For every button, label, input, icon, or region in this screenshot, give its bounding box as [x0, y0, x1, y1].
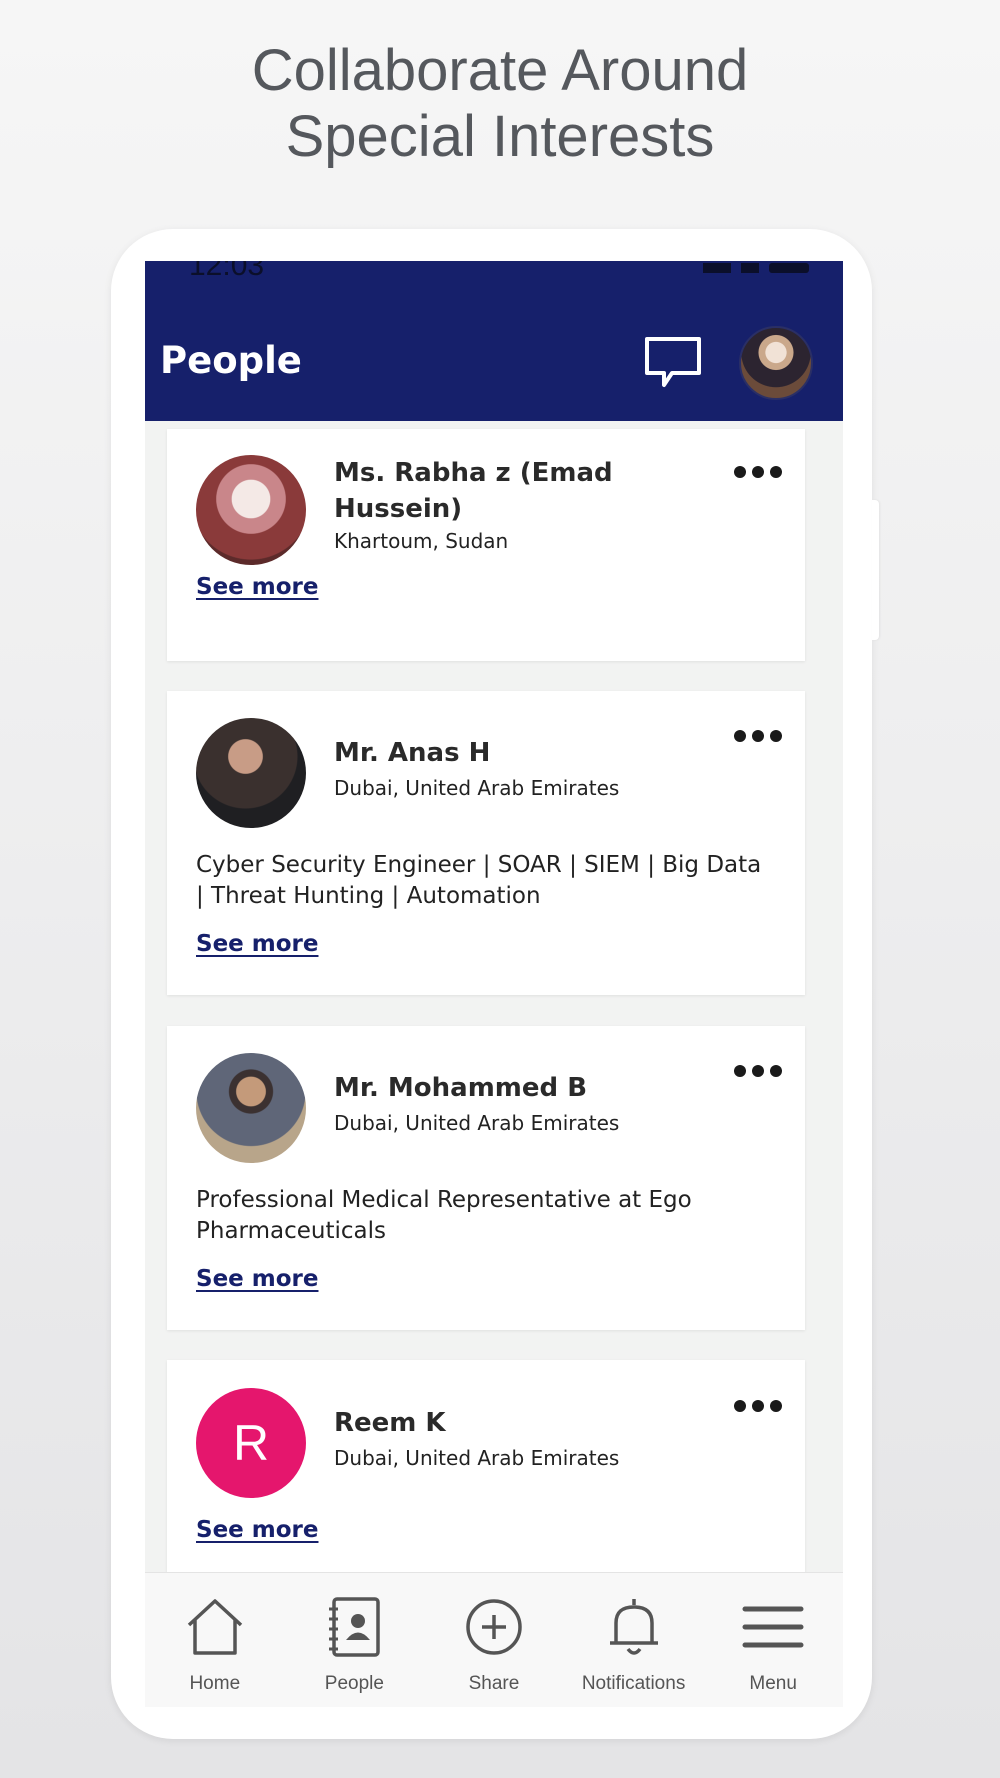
page-title: People: [160, 339, 302, 382]
more-options-button[interactable]: [734, 1398, 782, 1414]
person-name[interactable]: Mr. Anas H: [334, 735, 714, 771]
avatar[interactable]: [196, 455, 306, 565]
avatar[interactable]: [196, 1053, 306, 1163]
more-options-button[interactable]: [734, 1063, 782, 1079]
tab-label: Notifications: [581, 1673, 686, 1694]
person-name[interactable]: Ms. Rabha z (Emad Hussein): [334, 455, 714, 527]
person-bio: Cyber Security Engineer | SOAR | SIEM | …: [196, 852, 762, 909]
chat-bubble-icon: [645, 337, 701, 387]
tab-share[interactable]: Share: [424, 1573, 564, 1707]
plus-circle-icon: [466, 1599, 522, 1655]
more-options-button[interactable]: [734, 728, 782, 744]
phone-side-button: [872, 500, 879, 640]
tab-label: Menu: [749, 1673, 797, 1694]
person-location: Dubai, United Arab Emirates: [334, 1111, 620, 1135]
tab-label: People: [324, 1673, 384, 1694]
person-location: Dubai, United Arab Emirates: [334, 776, 620, 800]
bottom-tab-bar: Home People Share Notifications Menu: [145, 1572, 843, 1707]
home-icon: [187, 1599, 242, 1655]
person-name[interactable]: Mr. Mohammed B: [334, 1070, 714, 1106]
see-more-link[interactable]: See more: [196, 1517, 318, 1543]
status-time: 12:03: [189, 261, 265, 282]
tab-people[interactable]: People: [285, 1573, 425, 1707]
person-location: Khartoum, Sudan: [334, 529, 509, 553]
person-card[interactable]: Mr. Mohammed B Dubai, United Arab Emirat…: [167, 1026, 805, 1330]
app-screen: 12:03 People Ms. Rabha z (Emad Hussein) …: [145, 261, 843, 1707]
profile-avatar[interactable]: [739, 326, 813, 400]
person-card[interactable]: R Reem K Dubai, United Arab Emirates See…: [167, 1360, 805, 1590]
messages-button[interactable]: [642, 335, 704, 389]
contacts-book-icon: [329, 1597, 381, 1657]
avatar[interactable]: [196, 718, 306, 828]
tab-home[interactable]: Home: [145, 1573, 285, 1707]
bell-icon: [609, 1599, 658, 1655]
tab-notifications[interactable]: Notifications: [564, 1573, 704, 1707]
hamburger-menu-icon: [742, 1606, 804, 1648]
marketing-headline: Collaborate Around Special Interests: [0, 38, 1000, 170]
person-location: Dubai, United Arab Emirates: [334, 1446, 620, 1470]
tab-label: Home: [189, 1673, 241, 1694]
letter-avatar[interactable]: R: [196, 1388, 306, 1498]
person-bio: Professional Medical Representative at E…: [196, 1187, 692, 1244]
app-header: 12:03 People: [145, 261, 843, 421]
see-more-link[interactable]: See more: [196, 931, 318, 957]
see-more-link[interactable]: See more: [196, 1266, 318, 1292]
tab-label: Share: [468, 1673, 520, 1694]
headline-line-1: Collaborate Around: [251, 38, 749, 103]
person-card[interactable]: Mr. Anas H Dubai, United Arab Emirates C…: [167, 691, 805, 995]
person-name[interactable]: Reem K: [334, 1405, 714, 1441]
person-card[interactable]: Ms. Rabha z (Emad Hussein) Khartoum, Sud…: [167, 429, 805, 661]
tab-menu[interactable]: Menu: [703, 1573, 843, 1707]
see-more-link[interactable]: See more: [196, 574, 318, 600]
status-icons: [703, 263, 809, 273]
headline-line-2: Special Interests: [285, 104, 715, 169]
more-options-button[interactable]: [734, 464, 782, 480]
